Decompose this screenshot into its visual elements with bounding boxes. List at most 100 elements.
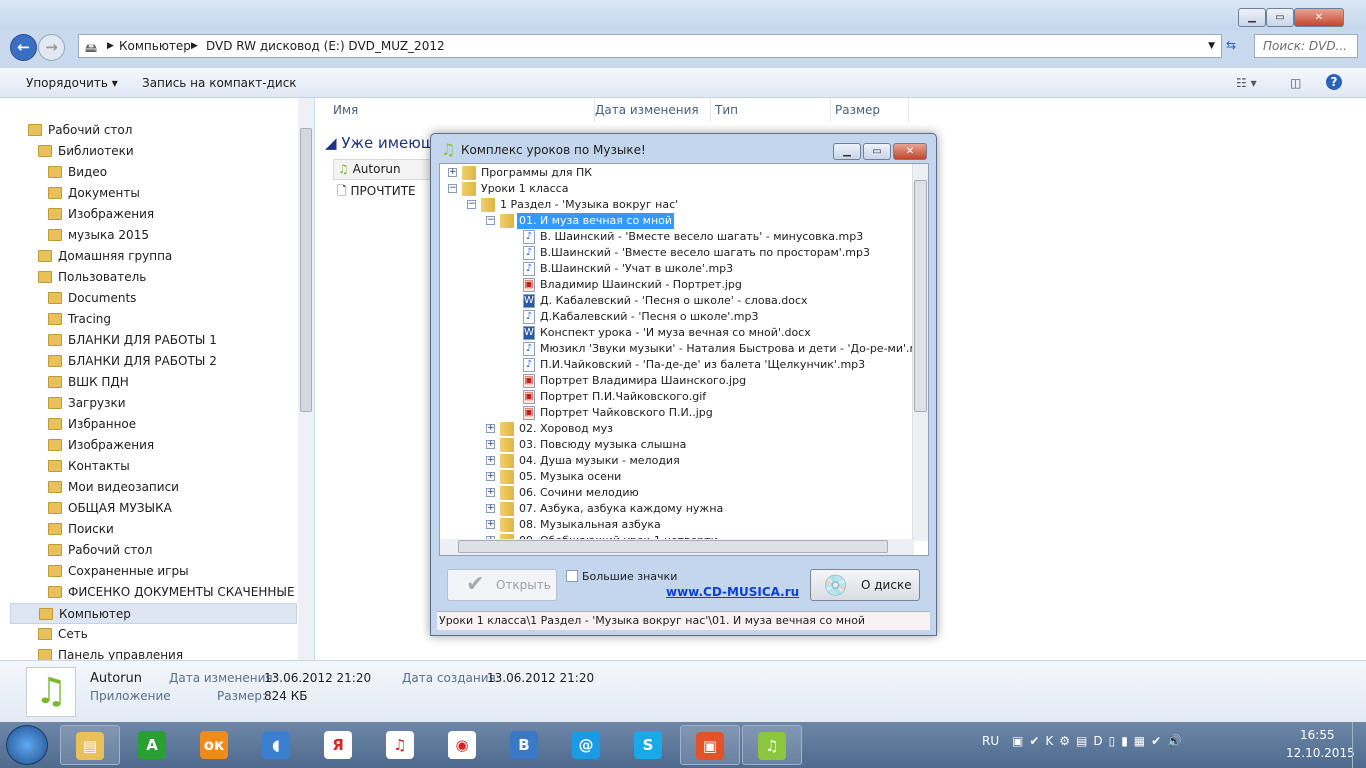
dialog-close-button[interactable]: ✕	[893, 143, 927, 160]
tree-folder[interactable]: +03. Повсюду музыка слышна	[440, 437, 910, 453]
about-disc-button[interactable]: 💿 О диске	[810, 569, 920, 601]
column-size[interactable]: Размер	[831, 98, 909, 122]
taskbar-app-skype[interactable]: S	[618, 725, 678, 765]
tree-file[interactable]: ▣ Портрет Владимира Шаинского.jpg	[440, 373, 910, 389]
tree-folder[interactable]: − 01. И муза вечная со мной	[440, 213, 910, 229]
sidebar-item[interactable]: БЛАНКИ ДЛЯ РАБОТЫ 2	[48, 351, 217, 372]
taskbar-app-@[interactable]: @	[556, 725, 616, 765]
expand-icon[interactable]: +	[486, 456, 495, 465]
tray-icons[interactable]: ▣✔K⚙▤D▯▮▦✔🔊	[1012, 734, 1188, 748]
sidebar-item[interactable]: ОБЩАЯ МУЗЫКА	[48, 498, 172, 519]
show-desktop-button[interactable]	[1352, 722, 1366, 768]
back-button[interactable]: ←	[10, 34, 37, 61]
sidebar-item[interactable]: ВШК ПДН	[48, 372, 129, 393]
preview-pane-icon[interactable]: ◫	[1290, 76, 1301, 90]
taskbar-app-music[interactable]: ♫	[370, 725, 430, 765]
open-button[interactable]: ✔ Открыть	[447, 569, 557, 601]
tree-file[interactable]: W Конспект урока - 'И муза вечная со мной…	[440, 325, 910, 341]
tree-folder[interactable]: +05. Музыка осени	[440, 469, 910, 485]
group-header[interactable]: ◢ Уже имеющи	[325, 134, 445, 152]
taskbar-app-chrome[interactable]: ◉	[432, 725, 492, 765]
forward-button[interactable]: →	[38, 34, 65, 61]
tree-folder[interactable]: + Программы для ПК	[440, 165, 910, 181]
address-bar[interactable]: 🖴 ▶ Компьютер ▶ DVD RW дисковод (E:) DVD…	[78, 34, 1222, 58]
column-date[interactable]: Дата изменения	[591, 98, 711, 122]
sidebar-item[interactable]: БЛАНКИ ДЛЯ РАБОТЫ 1	[48, 330, 217, 351]
start-button[interactable]	[6, 725, 48, 765]
sidebar-item[interactable]: Пользователь	[38, 267, 146, 288]
language-indicator[interactable]: RU	[982, 734, 999, 748]
help-icon[interactable]: ?	[1326, 74, 1342, 90]
sidebar-item[interactable]: Изображения	[48, 204, 154, 225]
taskbar-app-music-active[interactable]: ♫	[742, 725, 802, 765]
sidebar-item[interactable]: Рабочий стол	[28, 120, 132, 141]
tree-vertical-scrollbar[interactable]	[912, 164, 928, 541]
sidebar-item[interactable]: Поиски	[48, 519, 114, 540]
large-icons-checkbox[interactable]: Большие значки	[566, 570, 677, 583]
dialog-maximize-button[interactable]: ▭	[863, 143, 891, 160]
checkbox-icon[interactable]	[566, 570, 578, 582]
tree-file[interactable]: ♪ П.И.Чайковский - 'Па-де-де' из балета '…	[440, 357, 910, 373]
view-options-icon[interactable]: ☷ ▾	[1236, 76, 1257, 90]
sidebar-item[interactable]: Панель управления	[38, 645, 183, 660]
tree-file[interactable]: ▣ Владимир Шаинский - Портрет.jpg	[440, 277, 910, 293]
search-input[interactable]: Поиск: DVD...	[1254, 34, 1358, 58]
collapse-icon[interactable]: −	[486, 216, 495, 225]
tree-folder[interactable]: +07. Азбука, азбука каждому нужна	[440, 501, 910, 517]
sidebar-item[interactable]: Мои видеозаписи	[48, 477, 179, 498]
tree-folder[interactable]: +06. Сочини мелодию	[440, 485, 910, 501]
file-item-autorun[interactable]: ♫ Autorun	[333, 159, 433, 180]
sidebar-item[interactable]: Загрузки	[48, 393, 126, 414]
taskbar-app-Я[interactable]: Я	[308, 725, 368, 765]
tree-file[interactable]: ♪ В.Шаинский - 'Учат в школе'.mp3	[440, 261, 910, 277]
clock-date[interactable]: 12.10.2015	[1286, 746, 1355, 760]
sidebar-item[interactable]: Сохраненные игры	[48, 561, 189, 582]
tree-horizontal-scrollbar[interactable]	[440, 539, 914, 555]
tree-file[interactable]: ♪ Мюзикл 'Звуки музыки' - Наталия Быстров…	[440, 341, 928, 357]
expand-icon[interactable]: +	[486, 488, 495, 497]
sidebar-item[interactable]: Видео	[48, 162, 107, 183]
tree-file[interactable]: ▣ Портрет Чайковского П.И..jpg	[440, 405, 910, 421]
sidebar-item[interactable]: музыка 2015	[48, 225, 149, 246]
sidebar-item[interactable]: Избранное	[48, 414, 136, 435]
file-item-readme[interactable]: 🗋 ПРОЧТИТЕ	[337, 182, 416, 203]
taskbar-app-volume[interactable]: ◖	[246, 725, 306, 765]
collapse-icon[interactable]: −	[467, 200, 476, 209]
breadcrumb-computer[interactable]: Компьютер	[119, 39, 191, 53]
dropdown-icon[interactable]: ▼	[1208, 41, 1215, 51]
organize-button[interactable]: Упорядочить ▾	[26, 76, 118, 90]
expand-icon[interactable]: +	[486, 520, 495, 529]
taskbar-app-А[interactable]: А	[122, 725, 182, 765]
tree-folder[interactable]: +02. Хоровод муз	[440, 421, 910, 437]
sidebar-item[interactable]: Документы	[48, 183, 140, 204]
tree-folder[interactable]: − Уроки 1 класса	[440, 181, 910, 197]
expand-icon[interactable]: +	[486, 424, 495, 433]
tree-folder[interactable]: − 1 Раздел - 'Музыка вокруг нас'	[440, 197, 910, 213]
expand-icon[interactable]: +	[486, 472, 495, 481]
tree-file[interactable]: ♪ В. Шаинский - 'Вместе весело шагать' - …	[440, 229, 910, 245]
burn-button[interactable]: Запись на компакт-диск	[142, 76, 297, 90]
maximize-button[interactable]: ▭	[1266, 8, 1294, 27]
website-link[interactable]: www.CD-MUSICA.ru	[666, 585, 799, 599]
expand-icon[interactable]: +	[486, 440, 495, 449]
sidebar-item[interactable]: Компьютер	[10, 603, 297, 624]
sidebar-item[interactable]: Контакты	[48, 456, 130, 477]
tree-folder[interactable]: +08. Музыкальная азбука	[440, 517, 910, 533]
sidebar-item[interactable]: Домашняя группа	[38, 246, 172, 267]
minimize-button[interactable]: ▁	[1238, 8, 1266, 27]
taskbar-app-presentation[interactable]: ▣	[680, 725, 740, 765]
breadcrumb-drive[interactable]: DVD RW дисковод (E:) DVD_MUZ_2012	[206, 39, 445, 53]
tree-file[interactable]: W Д. Кабалевский - 'Песня о школе' - слов…	[440, 293, 910, 309]
sidebar-item[interactable]: Documents	[48, 288, 136, 309]
clock-time[interactable]: 16:55	[1300, 728, 1335, 742]
tree-file[interactable]: ♪ Д.Кабалевский - 'Песня о школе'.mp3	[440, 309, 910, 325]
sidebar-item[interactable]: Tracing	[48, 309, 111, 330]
sidebar-item[interactable]: Изображения	[48, 435, 154, 456]
collapse-icon[interactable]: −	[448, 184, 457, 193]
sidebar-item[interactable]: ФИСЕНКО ДОКУМЕНТЫ СКАЧЕННЫЕ	[48, 582, 295, 603]
sidebar-item[interactable]: Библиотеки	[38, 141, 134, 162]
sidebar-item[interactable]: Сеть	[38, 624, 88, 645]
tree-file[interactable]: ♪ В.Шаинский - 'Вместе весело шагать по п…	[440, 245, 910, 261]
sidebar-item[interactable]: Рабочий стол	[48, 540, 152, 561]
column-type[interactable]: Тип	[711, 98, 831, 122]
